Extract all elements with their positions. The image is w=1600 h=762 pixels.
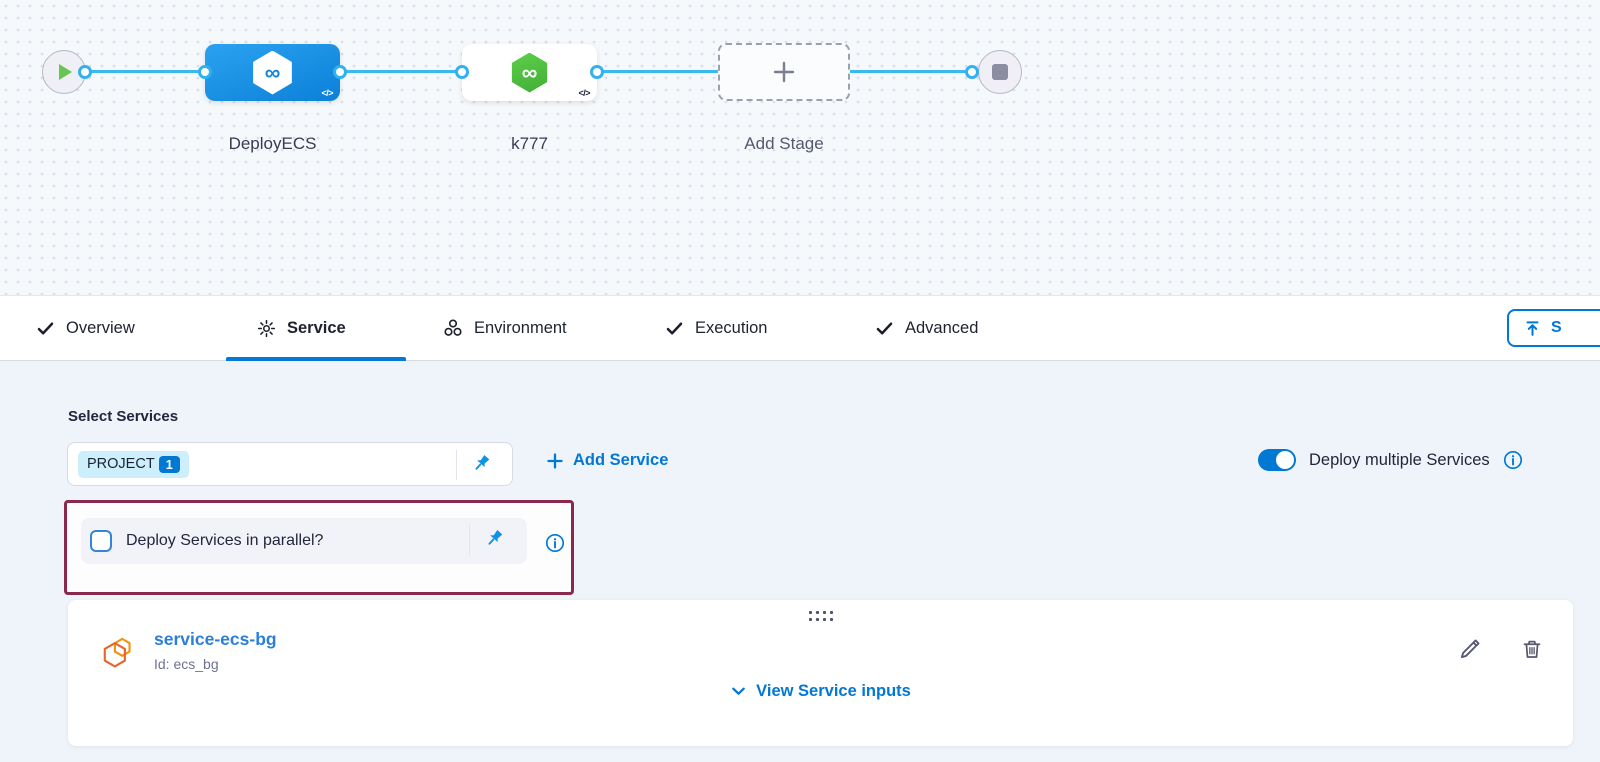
play-icon [59,64,72,80]
harness-stage-icon: ∞ [510,53,550,93]
edit-service-button[interactable] [1458,637,1484,663]
node-port [590,65,604,79]
divider [456,450,457,480]
deploy-multiple-toggle-group: Deploy multiple Services [1258,449,1523,471]
pipeline-end-node[interactable] [978,50,1022,94]
divider [469,525,470,555]
service-card: service-ecs-bg Id: ecs_bg View Service i… [68,600,1573,746]
connector-line [340,70,462,73]
deploy-multiple-label: Deploy multiple Services [1309,451,1490,470]
tab-environment[interactable]: Environment [443,296,567,360]
check-icon [875,319,894,338]
info-icon[interactable] [545,533,565,553]
connector-line [85,70,205,73]
deploy-parallel-label: Deploy Services in parallel? [126,532,323,550]
docs-highlight-annotation: Deploy Services in parallel? [64,500,574,595]
stage-config-tabbar: Overview Service Environment Execution A… [0,296,1600,361]
delete-service-button[interactable] [1520,637,1546,663]
project-scope-chip[interactable]: PROJECT 1 [78,451,189,478]
stage-label-k777: k777 [462,134,597,154]
add-service-button[interactable]: Add Service [546,451,668,470]
code-badge-icon: </> [578,88,590,98]
service-name-link[interactable]: service-ecs-bg [154,629,277,650]
service-tab-panel: Select Services PROJECT 1 Add Service De… [0,361,1600,762]
pencil-icon [1458,637,1482,661]
deploy-multiple-toggle[interactable] [1258,449,1296,471]
service-hexagon-icon [100,634,136,675]
save-button[interactable]: S [1507,309,1600,347]
info-icon[interactable] [1503,450,1523,470]
node-port [965,65,979,79]
pin-icon[interactable] [483,528,507,552]
chevron-down-icon [730,683,747,700]
tab-execution[interactable]: Execution [665,296,767,360]
deploy-parallel-field: Deploy Services in parallel? [81,518,527,564]
services-multiselect-input[interactable]: PROJECT 1 [67,442,513,486]
deploy-parallel-checkbox[interactable] [90,530,112,552]
project-count-badge: 1 [159,456,180,473]
stage-label-deployecs: DeployECS [205,134,340,154]
environment-icon [443,318,463,338]
tab-service[interactable]: Service [257,296,346,360]
check-icon [665,319,684,338]
view-service-inputs-link[interactable]: View Service inputs [68,682,1573,701]
pin-icon[interactable] [470,453,494,477]
plus-icon [770,58,798,86]
add-stage-label: Add Stage [718,134,850,154]
plus-icon [546,452,564,470]
add-stage-button[interactable] [718,43,850,101]
node-port [78,65,92,79]
code-badge-icon: </> [321,88,333,98]
tab-advanced[interactable]: Advanced [875,296,978,360]
trash-icon [1520,637,1544,661]
drag-handle[interactable] [809,611,833,621]
service-id-text: Id: ecs_bg [154,656,219,672]
node-port [198,65,212,79]
harness-stage-icon: ∞ [251,51,295,95]
pipeline-canvas[interactable]: ∞ </> ∞ </> DeployECS k777 Add Stage [0,0,1600,296]
node-port [333,65,347,79]
node-port [455,65,469,79]
gear-icon [257,319,276,338]
tab-overview[interactable]: Overview [36,296,135,360]
stage-node-k777[interactable]: ∞ </> [462,44,597,101]
check-icon [36,319,55,338]
stage-node-deployecs[interactable]: ∞ </> [205,44,340,101]
select-services-label: Select Services [68,408,178,425]
upload-icon [1523,319,1542,338]
stop-icon [992,64,1008,80]
